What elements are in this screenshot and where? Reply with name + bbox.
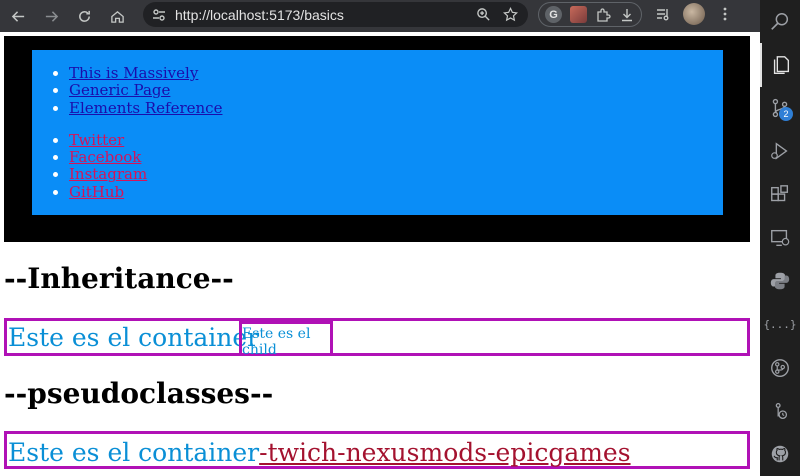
zoom-icon[interactable] (476, 7, 491, 22)
menu-box: This is Massively Generic Page Elements … (32, 50, 723, 215)
grammar-extension-icon[interactable]: G (545, 6, 562, 23)
explorer-icon[interactable] (760, 43, 800, 87)
toolbar-right (655, 3, 733, 25)
list-item: Twitter (69, 131, 723, 149)
page-viewport: This is Massively Generic Page Elements … (0, 32, 760, 476)
nav-link-generic[interactable]: Generic Page (69, 81, 170, 99)
profile-extension-icon[interactable] (570, 6, 587, 23)
list-item: Instagram (69, 166, 723, 183)
child-box: Este es el child (239, 321, 333, 358)
address-bar[interactable]: http://localhost:5173/basics (143, 2, 528, 27)
braces-label: {...} (763, 317, 797, 331)
social-link-facebook[interactable]: Facebook (69, 148, 141, 166)
browser-toolbar: http://localhost:5173/basics G (0, 0, 760, 32)
child-text: Este es el child (242, 326, 311, 358)
container-text: Este es el container (8, 323, 260, 352)
extensions-icon[interactable] (760, 173, 800, 216)
home-icon[interactable] (104, 3, 130, 29)
activity-bar: 2 {...} (760, 0, 800, 476)
source-control-badge: 2 (779, 106, 793, 121)
source-control-icon[interactable]: 2 (760, 87, 800, 130)
menu-kebab-icon[interactable] (717, 6, 733, 22)
social-link-twitter[interactable]: Twitter (69, 131, 124, 149)
inheritance-container: Este es el container Este es el child (4, 318, 750, 358)
inheritance-heading: --Inheritance-- (4, 262, 234, 295)
nav-links-list: This is Massively Generic Page Elements … (32, 64, 723, 117)
avatar[interactable] (683, 3, 705, 25)
search-icon[interactable] (760, 0, 800, 43)
timeline-icon[interactable] (760, 389, 800, 432)
list-item: Generic Page (69, 82, 723, 99)
media-controls-icon[interactable] (655, 6, 671, 22)
forward-icon[interactable] (38, 3, 64, 29)
extensions-puzzle-icon[interactable] (595, 7, 611, 23)
python-icon[interactable] (760, 260, 800, 303)
site-info-icon[interactable] (151, 7, 167, 23)
github-icon[interactable] (760, 433, 800, 476)
list-item: Facebook (69, 149, 723, 166)
back-icon[interactable] (5, 3, 31, 29)
list-item: Elements Reference (69, 99, 723, 117)
url-text: http://localhost:5173/basics (175, 6, 344, 23)
social-link-instagram[interactable]: Instagram (69, 165, 147, 183)
list-item: GitHub (69, 183, 723, 201)
git-graph-icon[interactable] (760, 346, 800, 389)
extensions-group: G (538, 2, 642, 27)
pseudoclasses-heading: --pseudoclasses-- (4, 377, 274, 410)
header-block: This is Massively Generic Page Elements … (4, 36, 750, 242)
reload-icon[interactable] (71, 3, 97, 29)
pseudo-container-text: Este es el container (8, 438, 260, 467)
download-icon[interactable] (619, 7, 635, 23)
json-braces-icon[interactable]: {...} (760, 303, 800, 346)
bookmark-star-icon[interactable] (503, 7, 518, 22)
list-item: This is Massively (69, 64, 723, 82)
nav-link-elements[interactable]: Elements Reference (69, 99, 222, 117)
social-links-list: Twitter Facebook Instagram GitHub (32, 131, 723, 201)
remote-explorer-icon[interactable] (760, 216, 800, 259)
pseudoclasses-container: Este es el container-twich-nexusmods-epi… (4, 431, 750, 469)
social-link-github[interactable]: GitHub (69, 183, 124, 201)
run-debug-icon[interactable] (760, 130, 800, 173)
nav-link-massively[interactable]: This is Massively (69, 64, 198, 82)
pseudo-link[interactable]: -twich-nexusmods-epicgames (259, 438, 630, 467)
pseudo-container-line: Este es el container-twich-nexusmods-epi… (8, 437, 631, 468)
